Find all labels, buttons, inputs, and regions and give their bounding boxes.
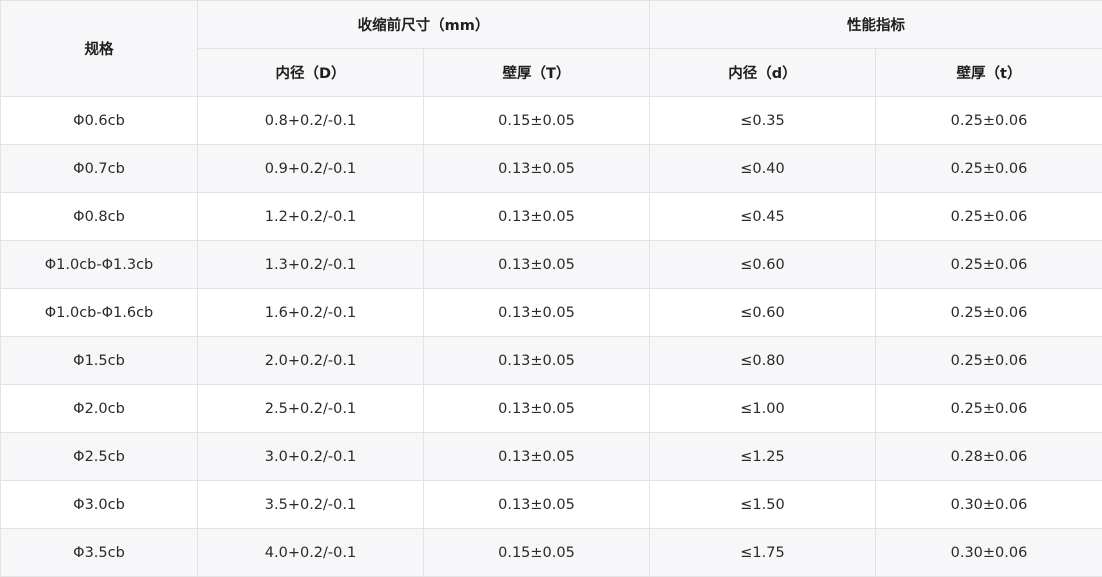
- cell-pre-inner-diameter: 0.9+0.2/-0.1: [197, 144, 424, 193]
- cell-perf-wall-thickness: 0.25±0.06: [875, 336, 1102, 385]
- cell-pre-wall-thickness: 0.13±0.05: [423, 288, 650, 337]
- cell-pre-wall-thickness: 0.13±0.05: [423, 432, 650, 481]
- table-row: Φ0.8cb 1.2+0.2/-0.1 0.13±0.05 ≤0.45 0.25±0.0…: [0, 192, 1102, 241]
- cell-perf-wall-thickness: 0.25±0.06: [875, 144, 1102, 193]
- table-row: Φ3.0cb 3.5+0.2/-0.1 0.13±0.05 ≤1.50 0.30±0.0…: [0, 480, 1102, 529]
- cell-perf-wall-thickness: 0.28±0.06: [875, 432, 1102, 481]
- header-performance-group: 性能指标: [649, 0, 1102, 49]
- cell-perf-inner-diameter: ≤0.60: [649, 288, 876, 337]
- cell-perf-wall-thickness: 0.25±0.06: [875, 288, 1102, 337]
- header-inner-diameter-upper: 内径（D）: [197, 48, 424, 97]
- header-spec: 规格: [0, 0, 198, 97]
- cell-pre-inner-diameter: 3.0+0.2/-0.1: [197, 432, 424, 481]
- cell-spec: Φ3.5cb: [0, 528, 198, 577]
- cell-perf-wall-thickness: 0.30±0.06: [875, 528, 1102, 577]
- cell-perf-inner-diameter: ≤1.50: [649, 480, 876, 529]
- cell-perf-wall-thickness: 0.25±0.06: [875, 96, 1102, 145]
- cell-pre-inner-diameter: 0.8+0.2/-0.1: [197, 96, 424, 145]
- cell-perf-inner-diameter: ≤0.45: [649, 192, 876, 241]
- cell-spec: Φ2.5cb: [0, 432, 198, 481]
- cell-perf-wall-thickness: 0.30±0.06: [875, 480, 1102, 529]
- table-body: Φ0.6cb 0.8+0.2/-0.1 0.15±0.05 ≤0.35 0.25±0.0…: [0, 96, 1102, 577]
- table-row: Φ1.0cb-Φ1.6cb 1.6+0.2/-0.1 0.13±0.05 ≤0.60 0…: [0, 288, 1102, 337]
- cell-pre-wall-thickness: 0.13±0.05: [423, 384, 650, 433]
- cell-pre-wall-thickness: 0.15±0.05: [423, 528, 650, 577]
- header-pre-shrink-group: 收缩前尺寸（mm）: [197, 0, 650, 49]
- table-row: Φ1.0cb-Φ1.3cb 1.3+0.2/-0.1 0.13±0.05 ≤0.60 0…: [0, 240, 1102, 289]
- table-header: 规格 收缩前尺寸（mm） 性能指标 内径（D） 壁厚（T） 内径（d） 壁厚（t…: [0, 0, 1102, 97]
- cell-perf-wall-thickness: 0.25±0.06: [875, 192, 1102, 241]
- cell-pre-wall-thickness: 0.13±0.05: [423, 480, 650, 529]
- cell-spec: Φ1.0cb-Φ1.3cb: [0, 240, 198, 289]
- cell-pre-inner-diameter: 1.6+0.2/-0.1: [197, 288, 424, 337]
- header-row-groups: 规格 收缩前尺寸（mm） 性能指标: [0, 0, 1102, 97]
- cell-perf-inner-diameter: ≤1.75: [649, 528, 876, 577]
- header-wall-thickness-lower: 壁厚（t）: [875, 48, 1102, 97]
- cell-perf-inner-diameter: ≤1.00: [649, 384, 876, 433]
- cell-perf-inner-diameter: ≤0.60: [649, 240, 876, 289]
- cell-pre-wall-thickness: 0.13±0.05: [423, 336, 650, 385]
- cell-pre-inner-diameter: 4.0+0.2/-0.1: [197, 528, 424, 577]
- cell-spec: Φ0.7cb: [0, 144, 198, 193]
- cell-pre-inner-diameter: 2.5+0.2/-0.1: [197, 384, 424, 433]
- table-row: Φ3.5cb 4.0+0.2/-0.1 0.15±0.05 ≤1.75 0.30±0.0…: [0, 528, 1102, 577]
- cell-pre-inner-diameter: 1.3+0.2/-0.1: [197, 240, 424, 289]
- cell-perf-wall-thickness: 0.25±0.06: [875, 384, 1102, 433]
- cell-spec: Φ0.8cb: [0, 192, 198, 241]
- cell-spec: Φ3.0cb: [0, 480, 198, 529]
- cell-spec: Φ0.6cb: [0, 96, 198, 145]
- cell-spec: Φ1.0cb-Φ1.6cb: [0, 288, 198, 337]
- cell-pre-wall-thickness: 0.15±0.05: [423, 96, 650, 145]
- cell-perf-inner-diameter: ≤1.25: [649, 432, 876, 481]
- cell-perf-wall-thickness: 0.25±0.06: [875, 240, 1102, 289]
- cell-perf-inner-diameter: ≤0.35: [649, 96, 876, 145]
- cell-perf-inner-diameter: ≤0.40: [649, 144, 876, 193]
- spec-table: 规格 收缩前尺寸（mm） 性能指标 内径（D） 壁厚（T） 内径（d） 壁厚（t…: [0, 0, 1102, 577]
- header-wall-thickness-upper: 壁厚（T）: [423, 48, 650, 97]
- cell-spec: Φ2.0cb: [0, 384, 198, 433]
- table-row: Φ2.5cb 3.0+0.2/-0.1 0.13±0.05 ≤1.25 0.28±0.0…: [0, 432, 1102, 481]
- cell-spec: Φ1.5cb: [0, 336, 198, 385]
- cell-perf-inner-diameter: ≤0.80: [649, 336, 876, 385]
- cell-pre-inner-diameter: 1.2+0.2/-0.1: [197, 192, 424, 241]
- header-inner-diameter-lower: 内径（d）: [649, 48, 876, 97]
- table-row: Φ0.6cb 0.8+0.2/-0.1 0.15±0.05 ≤0.35 0.25±0.0…: [0, 96, 1102, 145]
- cell-pre-inner-diameter: 2.0+0.2/-0.1: [197, 336, 424, 385]
- table-row: Φ2.0cb 2.5+0.2/-0.1 0.13±0.05 ≤1.00 0.25±0.0…: [0, 384, 1102, 433]
- cell-pre-wall-thickness: 0.13±0.05: [423, 192, 650, 241]
- cell-pre-wall-thickness: 0.13±0.05: [423, 240, 650, 289]
- cell-pre-wall-thickness: 0.13±0.05: [423, 144, 650, 193]
- table-row: Φ1.5cb 2.0+0.2/-0.1 0.13±0.05 ≤0.80 0.25±0.0…: [0, 336, 1102, 385]
- cell-pre-inner-diameter: 3.5+0.2/-0.1: [197, 480, 424, 529]
- table-row: Φ0.7cb 0.9+0.2/-0.1 0.13±0.05 ≤0.40 0.25±0.0…: [0, 144, 1102, 193]
